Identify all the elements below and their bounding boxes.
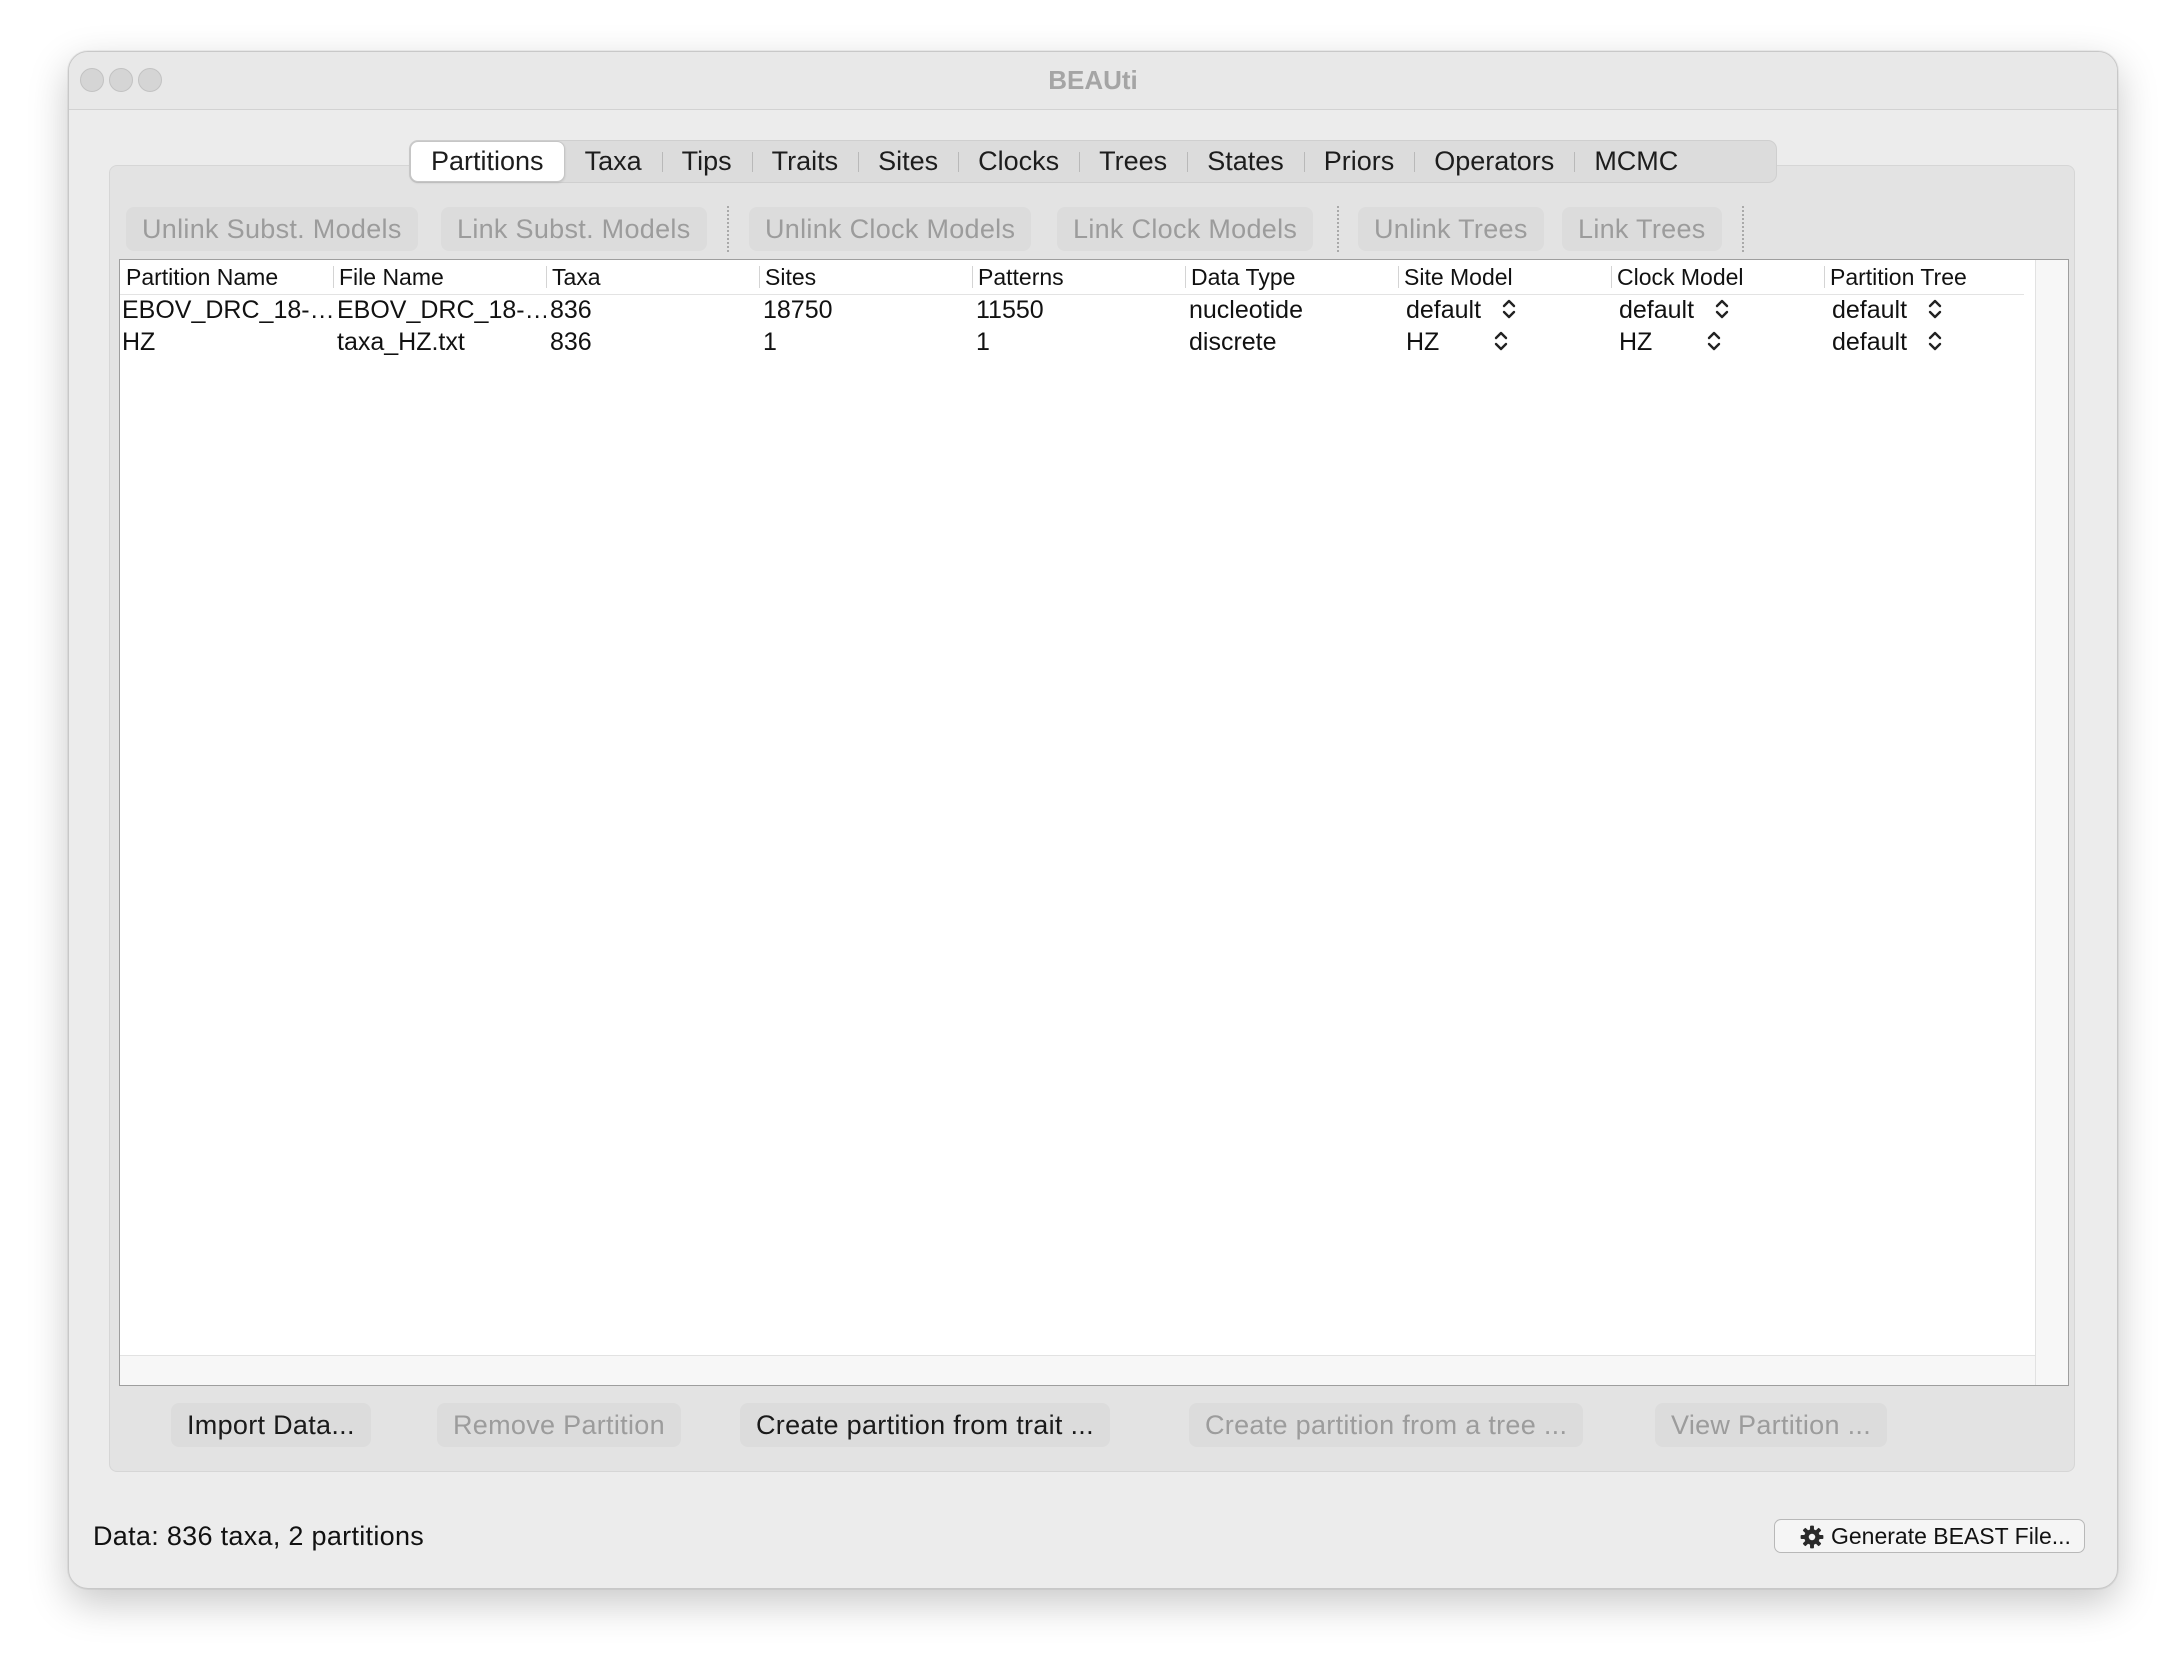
tab-partitions[interactable]: Partitions — [410, 141, 565, 182]
partition-tree-combo[interactable]: default — [1824, 294, 2024, 326]
column-header-clock-model[interactable]: Clock Model — [1611, 260, 1824, 294]
site-model-combo[interactable]: HZ — [1398, 326, 1611, 358]
clock-model-combo[interactable]: HZ — [1611, 326, 1824, 358]
tab-operators[interactable]: Operators — [1414, 141, 1574, 182]
gear-icon — [1800, 1525, 1824, 1549]
generate-beast-file-button[interactable]: Generate BEAST File... — [1774, 1519, 2085, 1553]
partition-tree-combo[interactable]: default — [1824, 326, 2024, 358]
column-header-site-model[interactable]: Site Model — [1398, 260, 1611, 294]
tab-mcmc[interactable]: MCMC — [1574, 141, 1698, 182]
chevron-up-down-icon — [1928, 331, 1942, 351]
unlink-trees-button[interactable]: Unlink Trees — [1358, 207, 1544, 251]
beauti-window: BEAUti Partitions Taxa Tips Traits Sites… — [68, 51, 2118, 1589]
tab-priors[interactable]: Priors — [1303, 141, 1415, 182]
tab-taxa[interactable]: Taxa — [565, 141, 662, 182]
link-trees-button[interactable]: Link Trees — [1562, 207, 1722, 251]
column-header-data-type[interactable]: Data Type — [1185, 260, 1398, 294]
vertical-scrollbar[interactable] — [2035, 260, 2068, 1385]
column-header-partition-name[interactable]: Partition Name — [120, 260, 333, 294]
cell-taxa: 836 — [550, 296, 592, 324]
chevron-up-down-icon — [1928, 299, 1942, 319]
window-title: BEAUti — [1048, 65, 1138, 95]
cell-file-name: EBOV_DRC_18-… — [337, 296, 546, 324]
column-header-taxa[interactable]: Taxa — [546, 260, 759, 294]
chevron-up-down-icon — [1502, 299, 1516, 319]
link-subst-models-button[interactable]: Link Subst. Models — [441, 207, 707, 251]
link-clock-models-button[interactable]: Link Clock Models — [1057, 207, 1314, 251]
column-header-file-name[interactable]: File Name — [333, 260, 546, 294]
tab-clocks[interactable]: Clocks — [958, 141, 1079, 182]
create-partition-from-trait-button[interactable]: Create partition from trait ... — [740, 1403, 1110, 1447]
tab-sites[interactable]: Sites — [858, 141, 958, 182]
tab-traits[interactable]: Traits — [751, 141, 859, 182]
tab-bar: Partitions Taxa Tips Traits Sites Clocks… — [409, 140, 1777, 183]
title-bar: BEAUti — [69, 52, 2117, 110]
status-text: Data: 836 taxa, 2 partitions — [93, 1521, 425, 1551]
cell-sites: 1 — [763, 328, 777, 356]
cell-partition-name: HZ — [122, 328, 156, 356]
chevron-up-down-icon — [1715, 299, 1729, 319]
partitions-table: Partition Name File Name Taxa Sites Patt… — [119, 259, 2069, 1386]
chevron-up-down-icon — [1494, 331, 1508, 351]
column-header-patterns[interactable]: Patterns — [972, 260, 1185, 294]
cell-data-type: discrete — [1189, 328, 1277, 356]
cell-sites: 18750 — [763, 296, 833, 324]
create-partition-from-tree-button[interactable]: Create partition from a tree ... — [1189, 1403, 1584, 1447]
clock-model-combo[interactable]: default — [1611, 294, 1824, 326]
chevron-up-down-icon — [1707, 331, 1721, 351]
site-model-combo[interactable]: default — [1398, 294, 1611, 326]
tab-tips[interactable]: Tips — [661, 141, 752, 182]
partition-tree-value: default — [1832, 328, 1908, 356]
unlink-subst-models-button[interactable]: Unlink Subst. Models — [126, 207, 418, 251]
cell-patterns: 11550 — [976, 296, 1044, 324]
horizontal-scrollbar[interactable] — [120, 1355, 2035, 1385]
tab-states[interactable]: States — [1187, 141, 1304, 182]
tab-trees[interactable]: Trees — [1079, 141, 1187, 182]
toolbar-separator — [1337, 206, 1339, 252]
partition-tree-value: default — [1832, 296, 1908, 324]
cell-file-name: taxa_HZ.txt — [337, 328, 465, 356]
table-row[interactable]: HZ taxa_HZ.txt 836 1 1 discrete HZ HZ de… — [120, 326, 2024, 358]
cell-taxa: 836 — [550, 328, 592, 356]
table-header: Partition Name File Name Taxa Sites Patt… — [120, 260, 2024, 295]
column-header-partition-tree[interactable]: Partition Tree — [1824, 260, 2024, 294]
view-partition-button[interactable]: View Partition ... — [1655, 1403, 1887, 1447]
remove-partition-button[interactable]: Remove Partition — [437, 1403, 681, 1447]
generate-beast-file-label: Generate BEAST File... — [1831, 1523, 2071, 1549]
table-row[interactable]: EBOV_DRC_18-… EBOV_DRC_18-… 836 18750 11… — [120, 294, 2024, 326]
cell-patterns: 1 — [976, 328, 990, 356]
toolbar-separator — [727, 206, 729, 252]
toolbar-separator — [1742, 206, 1744, 252]
cell-data-type: nucleotide — [1189, 296, 1303, 324]
column-header-sites[interactable]: Sites — [759, 260, 972, 294]
unlink-clock-models-button[interactable]: Unlink Clock Models — [749, 207, 1032, 251]
site-model-value: HZ — [1406, 328, 1440, 356]
clock-model-value: default — [1619, 296, 1695, 324]
cell-partition-name: EBOV_DRC_18-… — [122, 296, 333, 324]
import-data-button[interactable]: Import Data... — [171, 1403, 371, 1447]
clock-model-value: HZ — [1619, 328, 1653, 356]
site-model-value: default — [1406, 296, 1482, 324]
